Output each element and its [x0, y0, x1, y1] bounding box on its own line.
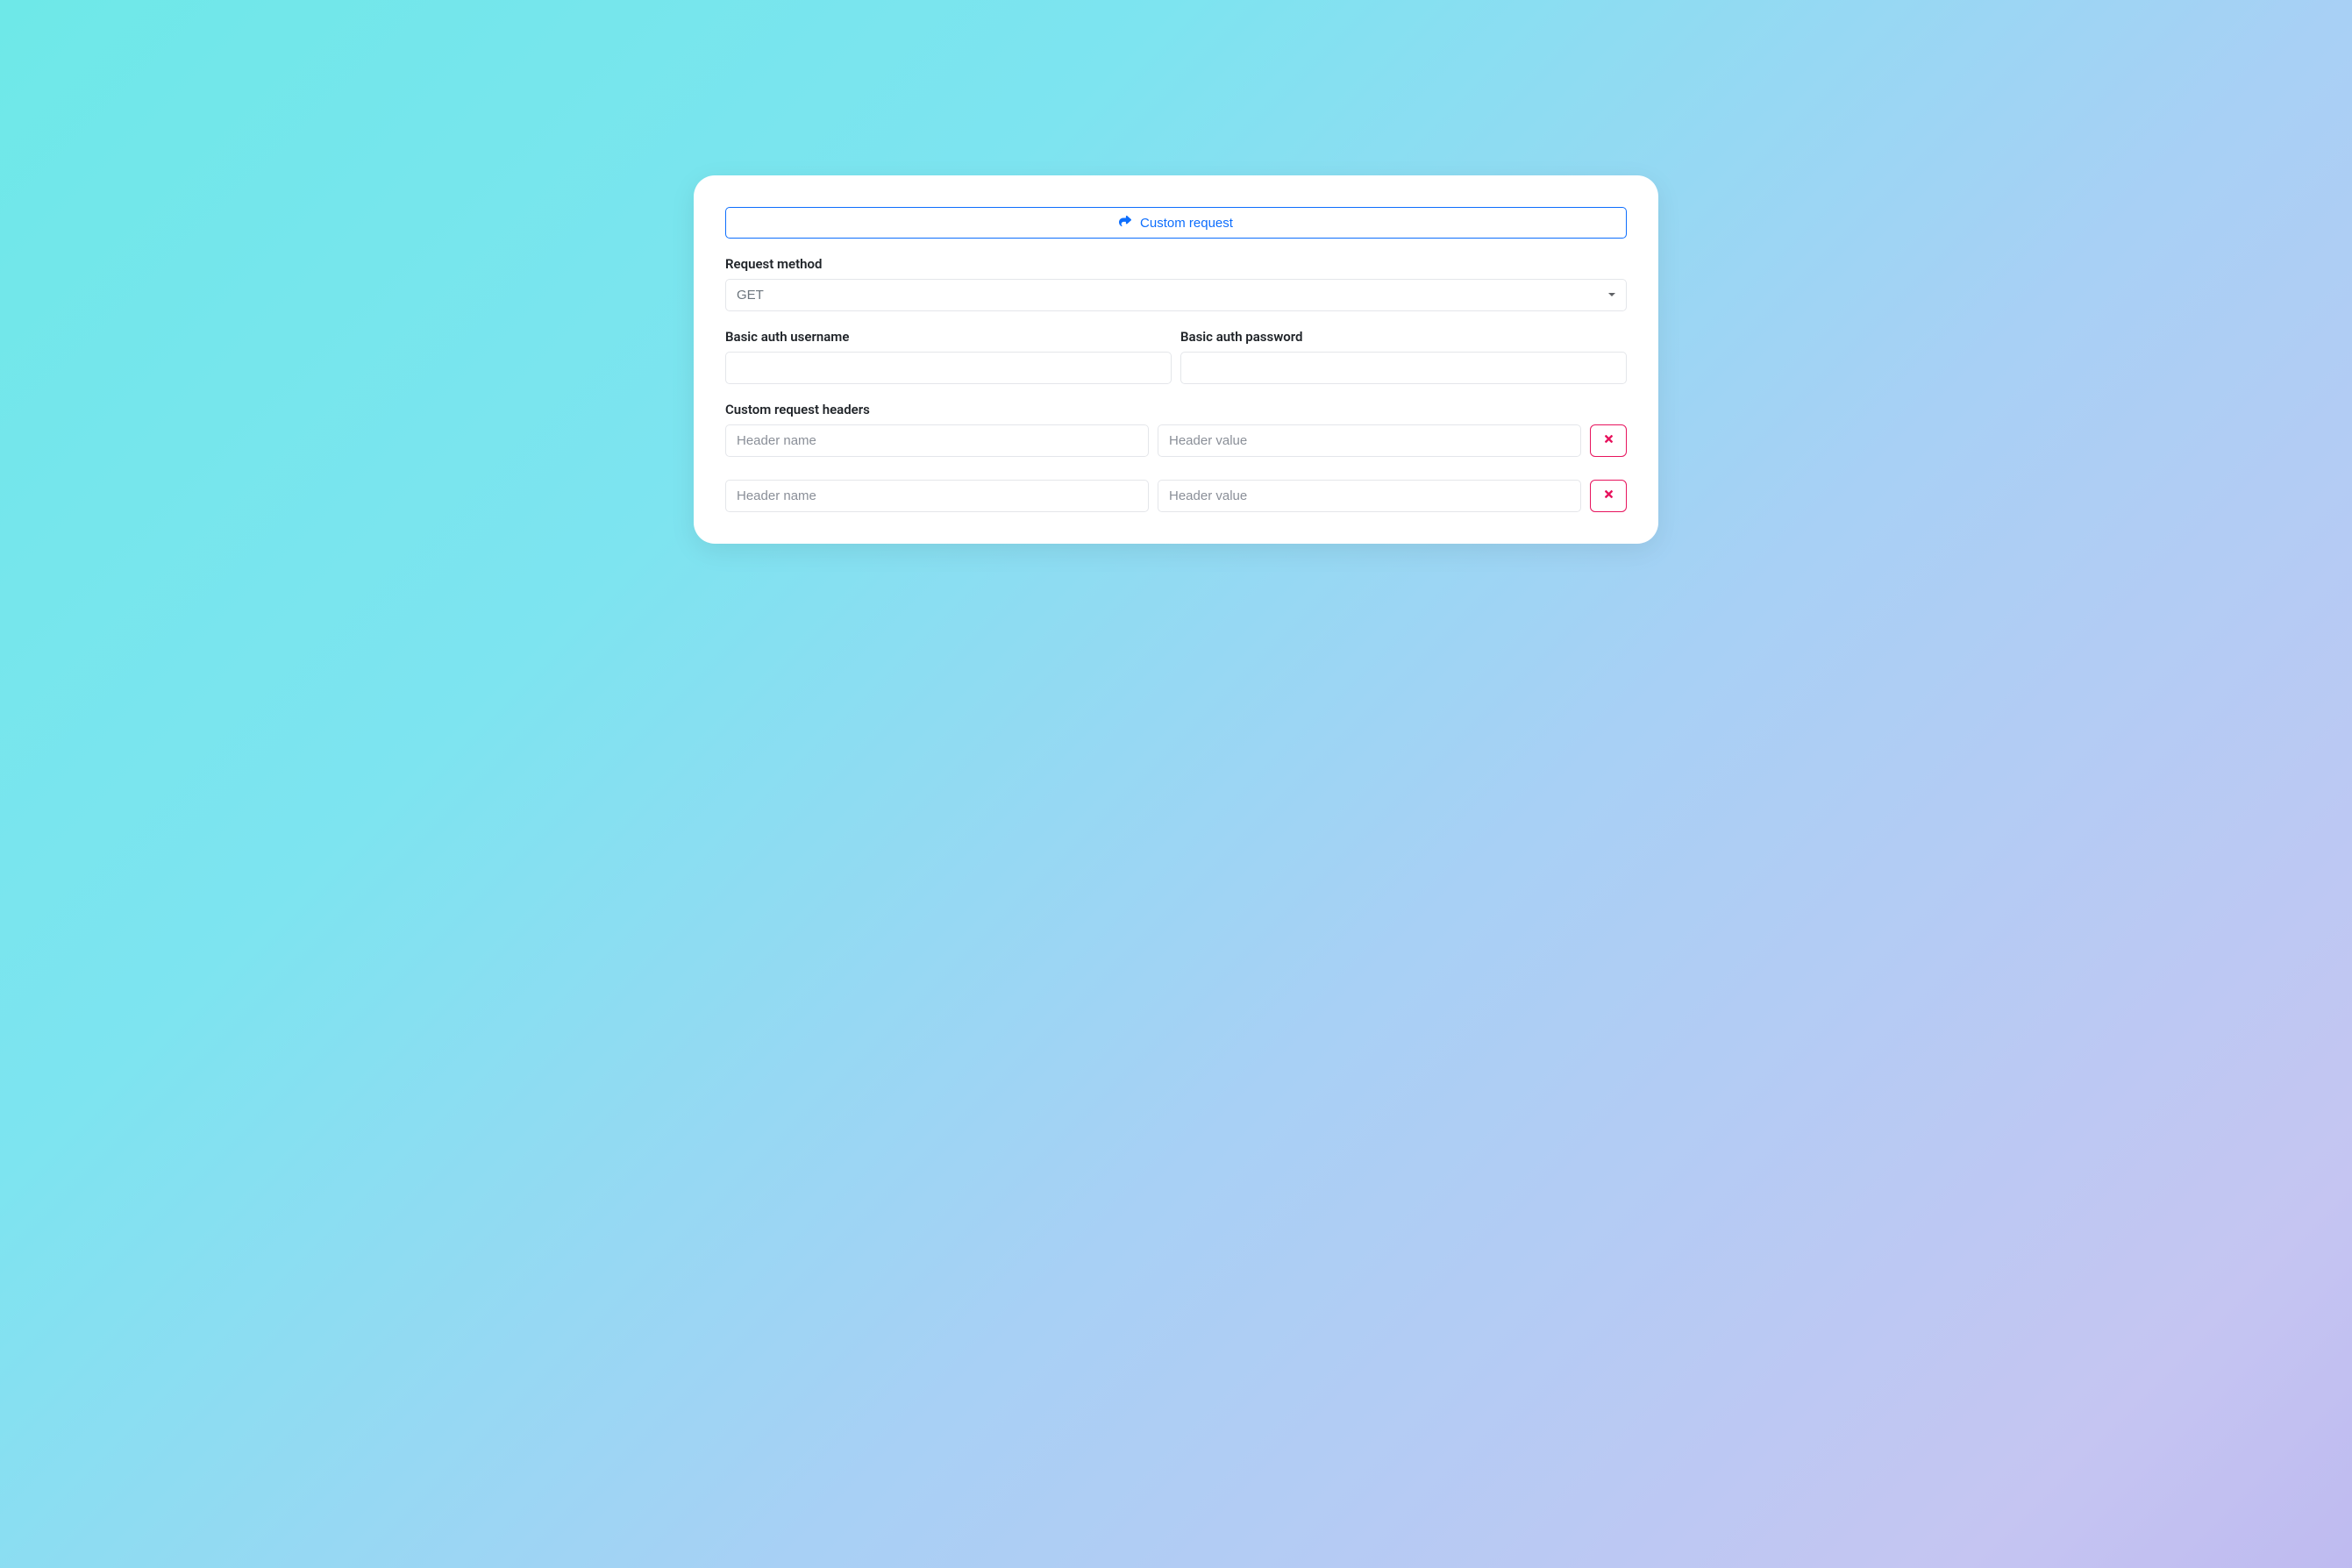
x-icon	[1603, 433, 1614, 449]
request-config-card: Custom request Request method GET Basic …	[694, 175, 1658, 544]
delete-header-button[interactable]	[1590, 424, 1627, 457]
header-name-input[interactable]	[725, 424, 1149, 457]
custom-request-headers-label: Custom request headers	[725, 402, 1627, 417]
header-value-input[interactable]	[1158, 480, 1581, 512]
header-row	[725, 424, 1627, 457]
request-method-label: Request method	[725, 256, 1627, 272]
request-method-select[interactable]: GET	[725, 279, 1627, 311]
header-row	[725, 480, 1627, 512]
basic-auth-password-input[interactable]	[1180, 352, 1627, 384]
basic-auth-username-input[interactable]	[725, 352, 1172, 384]
basic-auth-password-label: Basic auth password	[1180, 329, 1627, 345]
custom-request-button[interactable]: Custom request	[725, 207, 1627, 239]
x-icon	[1603, 488, 1614, 504]
header-value-input[interactable]	[1158, 424, 1581, 457]
delete-header-button[interactable]	[1590, 480, 1627, 512]
header-name-input[interactable]	[725, 480, 1149, 512]
custom-request-button-label: Custom request	[1140, 216, 1233, 231]
share-arrow-icon	[1119, 215, 1131, 231]
basic-auth-username-label: Basic auth username	[725, 329, 1172, 345]
